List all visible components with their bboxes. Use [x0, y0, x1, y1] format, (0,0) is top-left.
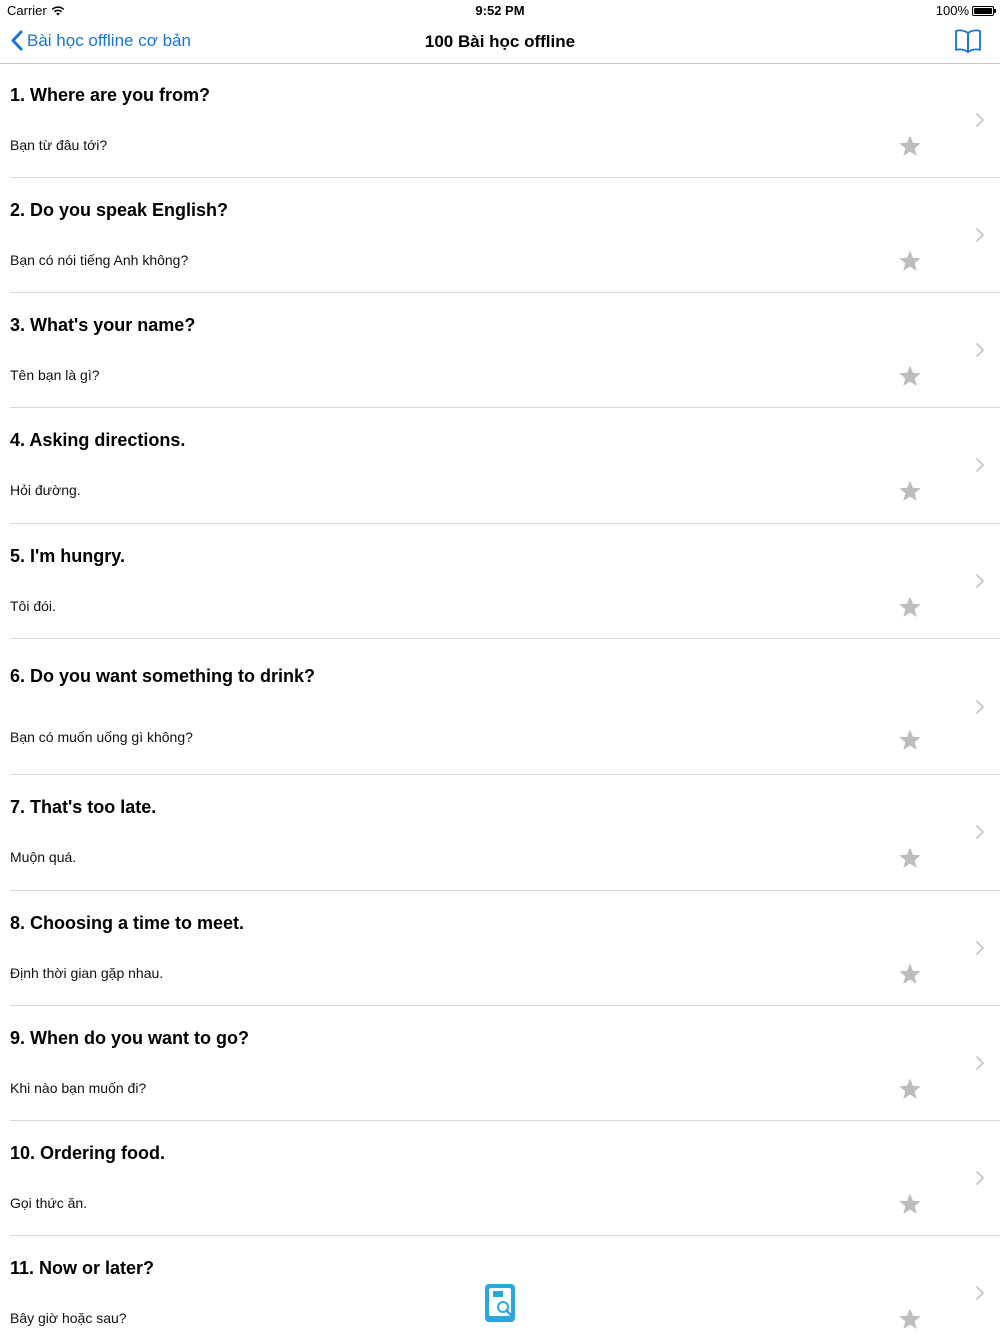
chevron-right-icon — [976, 113, 984, 127]
lesson-title: 4. Asking directions. — [10, 430, 186, 450]
lesson-title: 9. When do you want to go? — [10, 1028, 249, 1048]
chevron-right-icon — [976, 228, 984, 242]
star-icon[interactable] — [898, 1077, 922, 1101]
star-icon[interactable] — [898, 1307, 922, 1331]
lesson-row[interactable]: 2. Do you speak English? Bạn có nói tiến… — [0, 178, 1000, 293]
lesson-title: 11. Now or later? — [10, 1258, 155, 1278]
lesson-row[interactable]: 1. Where are you from? Bạn từ đâu tới? — [0, 63, 1000, 178]
lesson-title: 6. Do you want something to drink? — [10, 666, 316, 686]
lesson-row[interactable]: 10. Ordering food. Gọi thức ăn. — [0, 1121, 1000, 1236]
lesson-title: 8. Choosing a time to meet. — [10, 913, 245, 933]
chevron-right-icon — [976, 825, 984, 839]
star-icon[interactable] — [898, 249, 922, 273]
lesson-row[interactable]: 4. Asking directions. Hỏi đường. — [0, 408, 1000, 524]
chevron-right-icon — [976, 700, 984, 714]
back-button[interactable]: Bài học offline cơ bản — [10, 30, 191, 51]
star-icon[interactable] — [898, 962, 922, 986]
lesson-subtitle: Tôi đói. — [10, 598, 56, 614]
lesson-title: 7. That's too late. — [10, 797, 157, 817]
lesson-row[interactable]: 3. What's your name? Tên bạn là gì? — [0, 293, 1000, 408]
chevron-right-icon — [976, 458, 984, 472]
lesson-subtitle: Định thời gian gặp nhau. — [10, 965, 164, 981]
lesson-subtitle: Bạn từ đâu tới? — [10, 137, 108, 153]
lesson-row[interactable]: 8. Choosing a time to meet. Định thời gi… — [0, 891, 1000, 1006]
dictionary-app-button[interactable] — [485, 1284, 515, 1322]
lesson-subtitle: Tên bạn là gì? — [10, 367, 100, 383]
book-icon — [955, 29, 981, 53]
lesson-subtitle: Khi nào bạn muốn đi? — [10, 1080, 147, 1096]
battery-percent: 100% — [935, 3, 969, 18]
chevron-left-icon — [11, 30, 23, 51]
lesson-title: 1. Where are you from? — [10, 85, 211, 105]
status-time: 9:52 PM — [475, 3, 525, 18]
chevron-right-icon — [976, 941, 984, 955]
lesson-subtitle: Muộn quá. — [10, 849, 77, 865]
status-battery: 100% — [935, 3, 996, 18]
star-icon[interactable] — [898, 1192, 922, 1216]
lesson-title: 10. Ordering food. — [10, 1143, 166, 1163]
star-icon[interactable] — [898, 728, 922, 752]
lesson-row[interactable]: 7. That's too late. Muộn quá. — [0, 775, 1000, 891]
lesson-subtitle: Bây giờ hoặc sau? — [10, 1310, 127, 1326]
lesson-title: 5. I'm hungry. — [10, 546, 125, 566]
book-button[interactable] — [954, 28, 982, 59]
chevron-right-icon — [976, 574, 984, 588]
star-icon[interactable] — [898, 364, 922, 388]
lesson-list: 1. Where are you from? Bạn từ đâu tới? 2… — [0, 63, 1000, 1332]
battery-icon — [972, 5, 996, 16]
lesson-subtitle: Hỏi đường. — [10, 482, 81, 498]
lesson-row[interactable]: 6. Do you want something to drink? Bạn c… — [0, 639, 1000, 775]
lesson-title: 3. What's your name? — [10, 315, 196, 335]
back-button-label: Bài học offline cơ bản — [27, 30, 191, 50]
lesson-row[interactable]: 5. I'm hungry. Tôi đói. — [0, 524, 1000, 639]
chevron-right-icon — [976, 1286, 984, 1300]
status-bar: Carrier 9:52 PM 100% — [0, 0, 1000, 22]
star-icon[interactable] — [898, 479, 922, 503]
lesson-subtitle: Bạn có nói tiếng Anh không? — [10, 252, 189, 268]
lesson-subtitle: Gọi thức ăn. — [10, 1195, 88, 1211]
star-icon[interactable] — [898, 595, 922, 619]
lesson-subtitle: Bạn có muốn uống gì không? — [10, 729, 193, 745]
star-icon[interactable] — [898, 134, 922, 158]
navigation-bar: Bài học offline cơ bản 100 Bài học offli… — [0, 22, 1000, 64]
star-icon[interactable] — [898, 846, 922, 870]
lesson-row[interactable]: 9. When do you want to go? Khi nào bạn m… — [0, 1006, 1000, 1121]
dictionary-app-icon — [485, 1284, 515, 1322]
chevron-right-icon — [976, 1056, 984, 1070]
lesson-title: 2. Do you speak English? — [10, 200, 229, 220]
chevron-right-icon — [976, 1171, 984, 1185]
chevron-right-icon — [976, 343, 984, 357]
